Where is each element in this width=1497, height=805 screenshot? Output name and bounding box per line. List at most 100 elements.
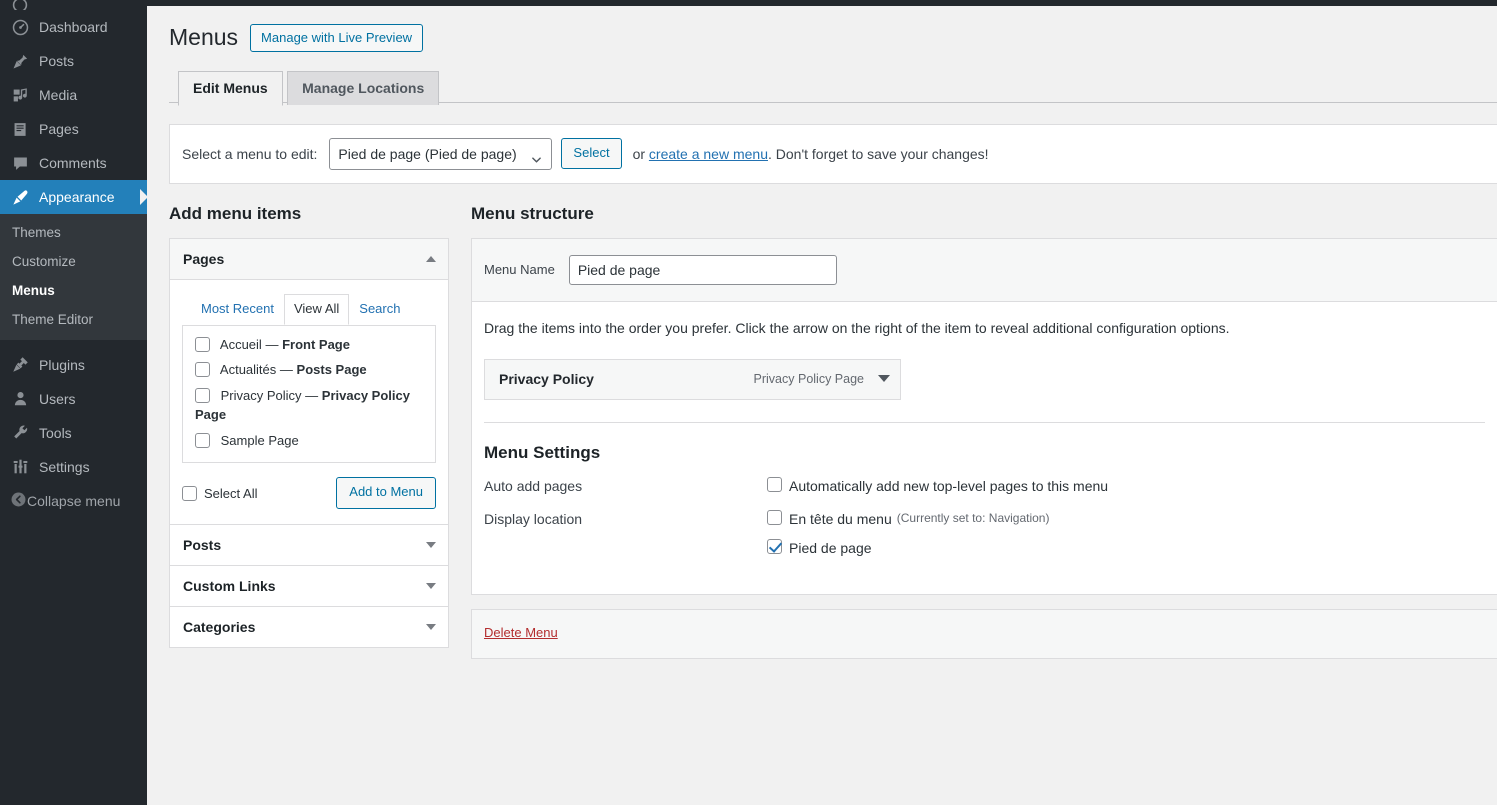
menu-item-title: Privacy Policy <box>499 370 594 387</box>
add-menu-items-column: Add menu items Pages Most Recent View Al… <box>169 202 449 660</box>
select-all-checkbox[interactable] <box>182 485 197 501</box>
sidebar-item-pages[interactable]: Pages <box>0 112 147 146</box>
delete-menu-link[interactable]: Delete Menu <box>484 625 558 640</box>
sidebar-item-posts[interactable]: Posts <box>0 44 147 78</box>
accordion-section-pages: Pages Most Recent View All Search Accuei… <box>170 238 448 526</box>
auto-add-pages-option[interactable]: Automatically add new top-level pages to… <box>767 476 1109 497</box>
sidebar-item-comments[interactable]: Comments <box>0 146 147 180</box>
page-dash: — <box>279 362 293 378</box>
page-checkbox-sample-page[interactable] <box>195 432 210 448</box>
collapse-menu-label: Collapse menu <box>27 492 121 509</box>
page-name: Privacy Policy <box>220 387 302 403</box>
menu-select-bar: Select a menu to edit: Pied de page (Pie… <box>169 123 1497 184</box>
drag-hint-text: Drag the items into the order you prefer… <box>484 319 1230 336</box>
chevron-up-icon[interactable] <box>426 255 436 262</box>
location-label: Pied de page <box>789 539 872 556</box>
sidebar-item-label: Media <box>39 87 78 103</box>
add-menu-items-heading: Add menu items <box>169 203 302 223</box>
accordion-head-pages[interactable]: Pages <box>170 238 448 280</box>
submenu-item-themes[interactable]: Themes <box>0 219 147 248</box>
submenu-item-theme-editor[interactable]: Theme Editor <box>0 306 147 335</box>
page-checkbox-row[interactable]: Accueil — Front Page <box>195 335 425 355</box>
pages-inner-tabs: Most Recent View All Search <box>182 293 436 326</box>
menu-item-row[interactable]: Privacy Policy Privacy Policy Page <box>484 358 901 400</box>
auto-add-pages-checkbox[interactable] <box>767 476 782 492</box>
add-items-accordion: Pages Most Recent View All Search Accuei… <box>169 237 449 649</box>
menu-item-meta: Privacy Policy Page <box>754 372 890 386</box>
submenu-item-customize[interactable]: Customize <box>0 248 147 277</box>
page-checkbox-accueil[interactable] <box>195 336 210 352</box>
posts-pin-icon <box>10 51 30 71</box>
cut-off-icon <box>10 0 30 10</box>
add-to-menu-button[interactable]: Add to Menu <box>336 477 436 510</box>
nav-tabs: Edit Menus Manage Locations <box>169 70 1497 107</box>
location-option-header[interactable]: En tête du menu (Currently set to: Navig… <box>767 510 1049 530</box>
accordion-section-custom-links: Custom Links <box>170 566 448 608</box>
sidebar-item-media[interactable]: Media <box>0 78 147 112</box>
chevron-down-icon[interactable] <box>426 583 436 590</box>
tab-edit-menus[interactable]: Edit Menus <box>178 70 283 107</box>
sidebar-item-settings[interactable]: Settings <box>0 450 147 484</box>
page-checkbox-row[interactable]: Sample Page <box>195 431 425 451</box>
sidebar-item-cutoff[interactable] <box>0 0 147 10</box>
menus-page-wrap: Menus Manage with Live Preview Edit Menu… <box>147 6 1497 660</box>
settings-sliders-icon <box>10 457 30 477</box>
accordion-head-custom-links[interactable]: Custom Links <box>170 566 448 607</box>
page-name: Accueil <box>219 336 262 352</box>
menu-structure-heading: Menu structure <box>471 203 594 223</box>
menu-name-input[interactable] <box>568 254 837 285</box>
sidebar-item-tools[interactable]: Tools <box>0 416 147 450</box>
page-checkbox-row[interactable]: Actualités — Posts Page <box>195 360 425 380</box>
page-checkbox-privacy-policy[interactable] <box>195 387 210 403</box>
auto-add-pages-row: Auto add pages Automatically add new top… <box>484 476 1485 497</box>
page-suffix: Front Page <box>282 336 350 352</box>
page-checkbox-row[interactable]: Privacy Policy — Privacy Policy Page <box>195 386 425 425</box>
page-title: Menus <box>169 24 239 50</box>
tab-manage-locations[interactable]: Manage Locations <box>287 70 440 106</box>
plugins-icon <box>10 355 30 375</box>
accordion-head-posts[interactable]: Posts <box>170 525 448 566</box>
menu-item-type: Privacy Policy Page <box>753 371 864 386</box>
menu-item-expand-icon[interactable] <box>878 375 890 383</box>
select-all-row[interactable]: Select All <box>182 485 257 501</box>
menu-select-dropdown[interactable]: Pied de page (Pied de page) <box>329 137 553 170</box>
location-checkbox-header[interactable] <box>767 510 782 526</box>
location-checkbox-footer[interactable] <box>767 538 782 554</box>
menu-settings-heading: Menu Settings <box>484 442 601 462</box>
pages-icon <box>10 119 30 139</box>
accordion-body-pages: Most Recent View All Search Accueil — Fr… <box>170 279 448 525</box>
submenu-item-menus[interactable]: Menus <box>0 277 147 306</box>
accordion-head-categories[interactable]: Categories <box>170 607 448 648</box>
inner-tab-search[interactable]: Search <box>349 294 410 325</box>
auto-add-pages-option-label: Automatically add new top-level pages to… <box>789 477 1109 494</box>
display-location-label: Display location <box>484 511 583 528</box>
reminder-text: . Don't forget to save your changes! <box>767 145 989 162</box>
create-new-menu-link[interactable]: create a new menu <box>649 146 768 162</box>
chevron-down-icon[interactable] <box>426 542 436 549</box>
page-name: Actualités <box>219 362 277 378</box>
sidebar-item-users[interactable]: Users <box>0 382 147 416</box>
pages-checkbox-list: Accueil — Front Page Actualités — Posts … <box>182 324 436 464</box>
inner-tab-view-all[interactable]: View All <box>283 293 350 325</box>
inner-tab-most-recent[interactable]: Most Recent <box>191 294 284 325</box>
select-button[interactable]: Select <box>561 138 622 170</box>
collapse-arrow-icon <box>10 491 27 511</box>
manage-live-preview-button[interactable]: Manage with Live Preview <box>250 23 424 53</box>
sidebar-item-label: Comments <box>39 155 107 171</box>
sidebar-item-appearance[interactable]: Appearance <box>0 180 147 214</box>
location-option-footer[interactable]: Pied de page <box>767 538 1049 559</box>
sidebar-item-dashboard[interactable]: Dashboard <box>0 10 147 44</box>
menus-columns: Add menu items Pages Most Recent View Al… <box>169 202 1497 660</box>
collapse-menu-button[interactable]: Collapse menu <box>0 484 147 518</box>
comments-icon <box>10 153 30 173</box>
sidebar-item-label: Users <box>39 390 76 407</box>
sidebar-item-label: Pages <box>39 121 79 137</box>
wp-admin-screen: Dashboard Posts Media Pages Comments App… <box>0 0 1497 805</box>
page-checkbox-actualites[interactable] <box>195 362 210 378</box>
pages-accordion-footer: Select All Add to Menu <box>182 463 436 512</box>
sidebar-item-label: Settings <box>39 458 90 475</box>
chevron-down-icon[interactable] <box>426 624 436 631</box>
users-icon <box>10 389 30 409</box>
sidebar-item-label: Appearance <box>39 189 115 205</box>
sidebar-item-plugins[interactable]: Plugins <box>0 348 147 382</box>
